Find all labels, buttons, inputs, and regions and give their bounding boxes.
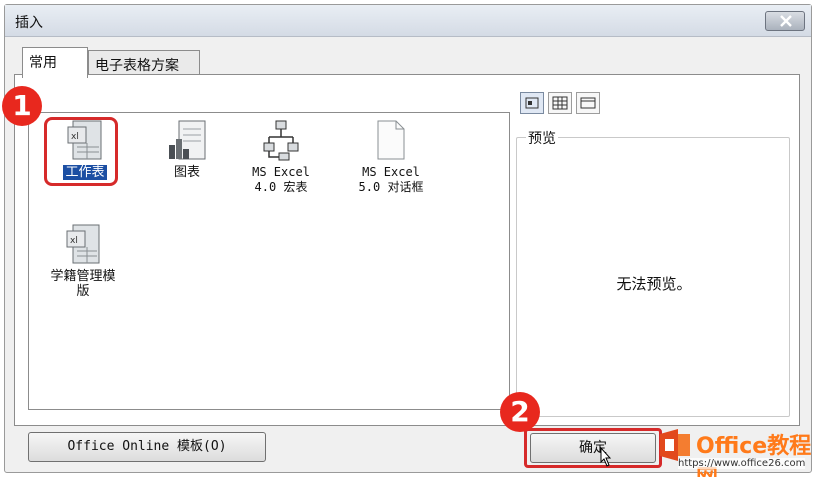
chart-icon	[169, 120, 206, 160]
tab-spreadsheet-solutions-label: 电子表格方案	[95, 58, 179, 74]
close-button[interactable]	[765, 11, 805, 31]
list-item-macro-sheet[interactable]: MS Excel 4.0 宏表	[233, 119, 329, 195]
student-template-label: 学籍管理模 版	[50, 269, 116, 299]
worksheet-highlight	[44, 117, 118, 186]
svg-text:xl: xl	[70, 236, 78, 246]
large-icons-view-icon	[525, 97, 539, 109]
list-view-button[interactable]	[548, 92, 572, 114]
mouse-cursor-icon	[600, 446, 612, 467]
dialog-sheet-label: MS Excel 5.0 对话框	[358, 165, 424, 194]
step-1-badge: 1	[2, 86, 42, 126]
tab-common-label: 常用	[29, 55, 57, 71]
list-item-dialog-sheet[interactable]: MS Excel 5.0 对话框	[343, 119, 439, 195]
close-icon	[780, 15, 792, 27]
details-view-icon	[580, 97, 596, 109]
preview-title: 预览	[526, 128, 558, 148]
chart-label: 图表	[173, 165, 200, 180]
macro-sheet-icon	[263, 120, 299, 161]
office-logo-icon	[660, 429, 690, 461]
title-bar: 插入	[5, 5, 811, 37]
dialog-title: 插入	[15, 15, 43, 31]
watermark: Office教程网 https://www.office26.com	[654, 424, 816, 477]
office-online-templates-button[interactable]: Office Online 模板(O)	[28, 432, 266, 462]
step-2-badge: 2	[500, 392, 540, 432]
tab-common[interactable]: 常用	[22, 47, 88, 78]
preview-group: 预览 无法预览。	[516, 124, 790, 418]
macro-sheet-label: MS Excel 4.0 宏表	[252, 165, 310, 194]
watermark-url: https://www.office26.com	[678, 458, 806, 469]
large-icons-view-button[interactable]	[520, 92, 544, 114]
list-item-chart[interactable]: 图表	[139, 119, 235, 180]
dialog-sheet-icon	[377, 120, 405, 160]
preview-pane: 无法预览。	[516, 137, 790, 417]
list-item-student-template[interactable]: xl 学籍管理模 版	[35, 223, 131, 299]
preview-message: 无法预览。	[616, 275, 692, 293]
list-view-icon	[552, 96, 568, 110]
watermark-name: Office教程网	[696, 434, 812, 477]
details-view-button[interactable]	[576, 92, 600, 114]
ok-button-highlight	[524, 428, 662, 468]
template-icon: xl	[66, 224, 100, 264]
